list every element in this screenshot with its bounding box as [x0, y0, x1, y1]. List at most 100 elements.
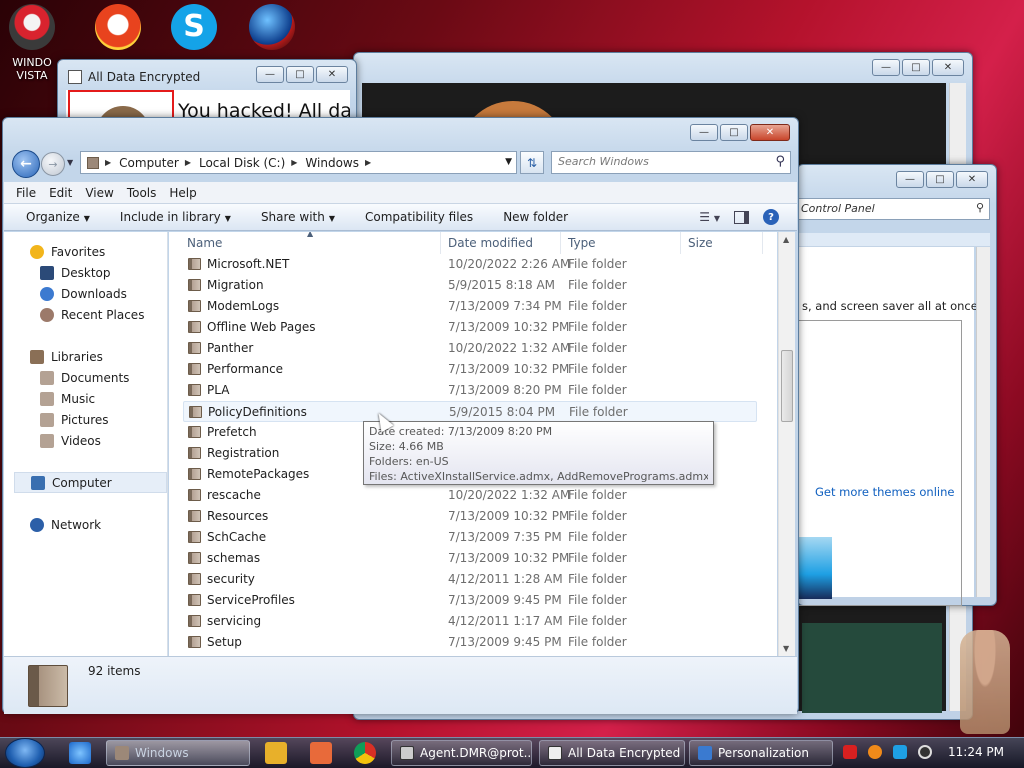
column-header-date[interactable]: Date modified: [448, 232, 561, 254]
nav-recent-places[interactable]: Recent Places: [40, 308, 144, 322]
internet-explorer-icon[interactable]: [69, 742, 91, 764]
desktop-icon-plants[interactable]: [86, 4, 150, 50]
table-row[interactable]: Setup 7/13/2009 9:45 PM File folder: [183, 632, 757, 653]
nav-network[interactable]: Network: [30, 518, 101, 532]
taskbar-button-agent[interactable]: Agent.DMR@prot...: [391, 740, 532, 766]
maximize-button[interactable]: □: [926, 171, 954, 188]
table-row[interactable]: security 4/12/2011 1:28 AM File folder: [183, 569, 757, 590]
refresh-button[interactable]: ⇅: [520, 151, 544, 174]
nav-libraries[interactable]: Libraries: [30, 350, 103, 364]
scrollbar-thumb[interactable]: [781, 350, 793, 422]
taskbar-button-encrypted[interactable]: All Data Encrypted: [539, 740, 685, 766]
close-button[interactable]: ✕: [316, 66, 348, 83]
chrome-icon[interactable]: [354, 742, 376, 764]
close-button[interactable]: ✕: [750, 124, 790, 141]
menu-help[interactable]: Help: [169, 186, 196, 200]
nav-favorites[interactable]: Favorites: [30, 245, 105, 259]
address-dropdown-icon[interactable]: ▼: [505, 157, 512, 167]
view-options-icon[interactable]: ☰ ▼: [699, 210, 720, 224]
column-header-type[interactable]: Type: [568, 232, 681, 254]
address-bar[interactable]: ▶ Computer ▶ Local Disk (C:) ▶ Windows ▶…: [80, 151, 517, 174]
nav-music[interactable]: Music: [40, 392, 95, 406]
table-row[interactable]: servicing 4/12/2011 1:17 AM File folder: [183, 611, 757, 632]
control-panel-search[interactable]: Control Panel ⚲: [798, 198, 990, 220]
close-button[interactable]: ✕: [932, 59, 964, 76]
breadcrumb-windows[interactable]: Windows: [305, 156, 359, 170]
menu-view[interactable]: View: [85, 186, 113, 200]
search-placeholder: Search Windows: [558, 155, 649, 168]
taskbar-button-windows[interactable]: Windows: [106, 740, 250, 766]
table-row[interactable]: Resources 7/13/2009 10:32 PM File folder: [183, 506, 757, 527]
minimize-button[interactable]: —: [872, 59, 900, 76]
minimize-button[interactable]: —: [896, 171, 924, 188]
chevron-right-icon[interactable]: ▶: [291, 158, 297, 167]
table-row[interactable]: PolicyDefinitions 5/9/2015 8:04 PM File fo…: [183, 401, 757, 422]
file-list-scrollbar[interactable]: ▲ ▼: [778, 232, 795, 656]
nav-documents[interactable]: Documents: [40, 371, 129, 385]
chevron-right-icon[interactable]: ▶: [105, 158, 111, 167]
table-row[interactable]: SchCache 7/13/2009 7:35 PM File folder: [183, 527, 757, 548]
breadcrumb-computer[interactable]: Computer: [119, 156, 179, 170]
table-row[interactable]: Offline Web Pages 7/13/2009 10:32 PM File …: [183, 317, 757, 338]
table-row[interactable]: ServiceProfiles 7/13/2009 9:45 PM File fol…: [183, 590, 757, 611]
scroll-down-icon[interactable]: ▼: [783, 644, 789, 653]
table-row[interactable]: Migration 5/9/2015 8:18 AM File folder: [183, 275, 757, 296]
menu-file[interactable]: File: [16, 186, 36, 200]
nav-network-label: Network: [51, 518, 102, 532]
minimize-button[interactable]: —: [256, 66, 284, 83]
table-row[interactable]: ModemLogs 7/13/2009 7:34 PM File folder: [183, 296, 757, 317]
compatibility-files-button[interactable]: Compatibility files: [365, 210, 473, 224]
taskbar-button-personalization[interactable]: Personalization: [689, 740, 833, 766]
menu-edit[interactable]: Edit: [49, 186, 72, 200]
desktop-icon-vista[interactable]: WINDO VISTA: [0, 4, 64, 82]
nav-pictures[interactable]: Pictures: [40, 413, 109, 427]
help-icon[interactable]: ?: [763, 209, 779, 225]
libraries-icon: [30, 350, 44, 364]
minimize-button[interactable]: —: [690, 124, 718, 141]
personal-scrollbar[interactable]: [976, 247, 990, 597]
table-row[interactable]: rescache 10/20/2022 1:32 AM File folder: [183, 485, 757, 506]
search-input[interactable]: Search Windows ⚲: [551, 151, 791, 174]
nav-videos[interactable]: Videos: [40, 434, 101, 448]
recent-pages-dropdown[interactable]: ▼: [67, 158, 73, 167]
scroll-up-icon[interactable]: ▲: [783, 235, 789, 244]
clock[interactable]: 11:24 PM: [948, 745, 1004, 759]
maximize-button[interactable]: □: [720, 124, 748, 141]
desktop-icon-globe[interactable]: [240, 4, 304, 50]
table-row[interactable]: PLA 7/13/2009 8:20 PM File folder: [183, 380, 757, 401]
table-row[interactable]: schemas 7/13/2009 10:32 PM File folder: [183, 548, 757, 569]
tray-volume-icon[interactable]: [918, 745, 932, 759]
maximize-button[interactable]: □: [902, 59, 930, 76]
include-in-library-button[interactable]: Include in library ▼: [120, 210, 231, 224]
share-with-button[interactable]: Share with ▼: [261, 210, 335, 224]
breadcrumb-local-disk[interactable]: Local Disk (C:): [199, 156, 285, 170]
preview-pane-icon[interactable]: [734, 210, 749, 224]
theme-thumbnail[interactable]: [798, 537, 832, 599]
table-row[interactable]: Performance 7/13/2009 10:32 PM File folder: [183, 359, 757, 380]
tray-monitor-icon[interactable]: [893, 745, 907, 759]
table-row[interactable]: Microsoft.NET 10/20/2022 2:26 AM File fold…: [183, 254, 757, 275]
close-button[interactable]: ✕: [956, 171, 988, 188]
tray-v-icon[interactable]: [843, 745, 857, 759]
back-button[interactable]: ←: [12, 150, 40, 178]
nav-downloads[interactable]: Downloads: [40, 287, 127, 301]
search-icon[interactable]: ⚲: [775, 154, 785, 169]
tray-search-icon[interactable]: [868, 745, 882, 759]
forward-button[interactable]: →: [41, 152, 65, 176]
table-row[interactable]: Panther 10/20/2022 1:32 AM File folder: [183, 338, 757, 359]
column-header-name[interactable]: Name ▲: [187, 232, 441, 254]
menu-tools[interactable]: Tools: [127, 186, 157, 200]
maximize-button[interactable]: □: [286, 66, 314, 83]
desktop-icon-skype[interactable]: S: [162, 4, 226, 50]
nav-computer[interactable]: Computer: [14, 472, 167, 493]
media-player-icon[interactable]: [265, 742, 287, 764]
chevron-right-icon[interactable]: ▶: [185, 158, 191, 167]
nav-desktop[interactable]: Desktop: [40, 266, 111, 280]
start-button[interactable]: [5, 738, 45, 768]
chevron-right-icon[interactable]: ▶: [365, 158, 371, 167]
organize-button[interactable]: Organize ▼: [26, 210, 90, 224]
new-folder-button[interactable]: New folder: [503, 210, 568, 224]
column-header-size[interactable]: Size: [688, 232, 763, 254]
get-more-themes-link[interactable]: Get more themes online: [815, 485, 954, 499]
paint-icon[interactable]: [310, 742, 332, 764]
